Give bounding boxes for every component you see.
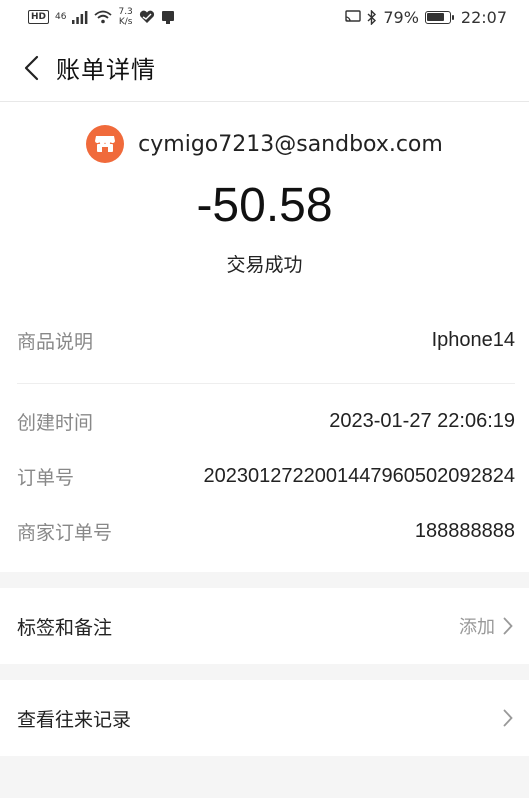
view-records-row[interactable]: 查看往来记录 [0,680,529,756]
merchant-order-number-value[interactable]: 188888888 [415,520,515,543]
heart-icon [139,10,154,23]
view-records-action [503,708,515,728]
transaction-details: 商品说明 Iphone14 创建时间 2023-01-27 22:06:19 订… [0,298,529,572]
battery-percent: 79% [383,7,419,27]
created-time-label: 创建时间 [17,412,94,434]
transaction-summary: cymigo7213@sandbox.com -50.58 交易成功 [0,102,529,298]
clock: 22:07 [460,7,507,27]
back-button[interactable] [16,48,46,88]
goods-description-value: Iphone14 [431,329,515,351]
chevron-left-icon [24,55,39,80]
order-number-label: 订单号 [17,467,75,489]
merchant-account: cymigo7213@sandbox.com [138,131,443,157]
bottom-spacer [0,756,529,798]
tags-and-notes-action[interactable]: 添加 [459,613,515,639]
screen-cast-icon [345,10,362,22]
order-number-value[interactable]: 2023012722001447960502092824 [204,465,515,488]
network-type-label: 46 [55,11,67,22]
nav-bar: 账单详情 [0,34,529,102]
battery-level [427,13,444,21]
speed-value: 7.3 [118,7,133,17]
chevron-right-icon [503,616,515,636]
bill-detail-page: HD 46 7.3 K/s 79% 22:07 账单详情 cymigo7213@… [0,0,529,798]
battery-icon [424,10,454,24]
view-records-label: 查看往来记录 [17,708,132,731]
hd-indicator: HD [28,10,50,24]
signal-icon [72,10,88,24]
tags-and-notes-label: 标签和备注 [17,616,113,639]
bluetooth-icon [367,9,377,25]
goods-description-row: 商品说明 Iphone14 [17,298,515,384]
store-icon [95,136,116,152]
tags-and-notes-row[interactable]: 标签和备注 添加 [0,588,529,664]
page-title: 账单详情 [56,56,156,84]
transaction-status: 交易成功 [226,254,303,276]
status-bar-right: 79% 22:07 [345,8,507,27]
section-divider [0,572,529,588]
transaction-amount: -50.58 [196,179,333,232]
status-bar-left: HD 46 7.3 K/s [28,7,175,27]
merchant-order-number-label: 商家订单号 [17,522,113,544]
status-bar: HD 46 7.3 K/s 79% 22:07 [0,0,529,34]
network-type: 46 [55,11,67,22]
chevron-right-icon [503,708,515,728]
created-time-value: 2023-01-27 22:06:19 [329,410,515,432]
goods-description-label: 商品说明 [17,331,94,353]
speed-unit: K/s [118,17,133,27]
wifi-icon [94,10,113,24]
section-divider [0,664,529,680]
merchant-order-number-row: 商家订单号 188888888 [17,504,515,559]
add-tag-link[interactable]: 添加 [459,613,495,639]
order-number-row: 订单号 2023012722001447960502092824 [17,449,515,504]
merchant-info[interactable]: cymigo7213@sandbox.com [0,124,529,164]
created-time-row: 创建时间 2023-01-27 22:06:19 [17,394,515,449]
network-speed: 7.3 K/s [118,7,132,27]
merchant-logo [86,125,125,163]
notification-app-icon [161,11,174,24]
